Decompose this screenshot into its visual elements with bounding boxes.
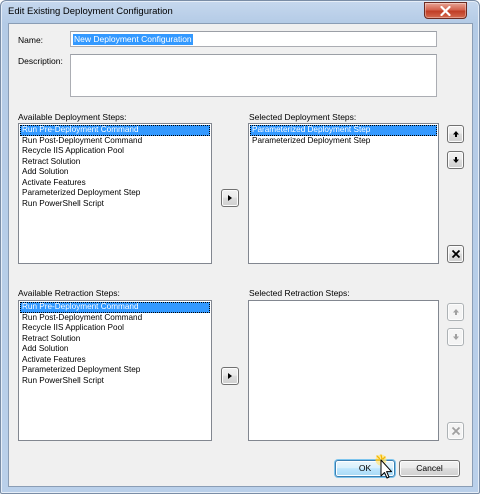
list-item[interactable]: Parameterized Deployment Step xyxy=(250,125,437,136)
list-item[interactable]: Activate Features xyxy=(20,178,210,189)
available-retraction-steps-label: Available Retraction Steps: xyxy=(18,288,120,298)
list-item[interactable]: Activate Features xyxy=(20,355,210,366)
list-item[interactable]: Recycle IIS Application Pool xyxy=(20,146,210,157)
list-item[interactable]: Parameterized Deployment Step xyxy=(20,365,210,376)
list-item[interactable]: Run Pre-Deployment Command xyxy=(20,125,210,136)
move-up-deployment-step-button[interactable] xyxy=(447,125,464,143)
list-item[interactable]: Retract Solution xyxy=(20,334,210,345)
window-title: Edit Existing Deployment Configuration xyxy=(8,6,173,17)
cancel-button-label: Cancel xyxy=(416,463,443,473)
list-item[interactable]: Recycle IIS Application Pool xyxy=(20,323,210,334)
name-value: New Deployment Configuration xyxy=(73,34,193,45)
move-up-retraction-step-button[interactable] xyxy=(447,303,464,321)
available-deployment-steps-list[interactable]: Run Pre-Deployment Command Run Post-Depl… xyxy=(18,123,212,264)
list-item[interactable]: Retract Solution xyxy=(20,157,210,168)
mouse-pointer-icon xyxy=(372,454,394,484)
list-item[interactable]: Run Post-Deployment Command xyxy=(20,313,210,324)
dialog-window: Edit Existing Deployment Configuration N… xyxy=(0,0,480,494)
title-bar[interactable]: Edit Existing Deployment Configuration xyxy=(1,1,479,22)
list-item[interactable]: Run Pre-Deployment Command xyxy=(20,302,210,313)
move-down-retraction-step-button[interactable] xyxy=(447,328,464,346)
selected-retraction-steps-list[interactable] xyxy=(248,300,439,441)
name-label: Name: xyxy=(18,35,44,45)
list-item[interactable]: Run PowerShell Script xyxy=(20,376,210,387)
list-item[interactable]: Run PowerShell Script xyxy=(20,199,210,210)
description-field[interactable] xyxy=(70,54,437,97)
list-item[interactable]: Add Solution xyxy=(20,167,210,178)
remove-deployment-step-button[interactable] xyxy=(447,245,464,263)
name-field[interactable]: New Deployment Configuration xyxy=(70,31,437,47)
remove-retraction-step-button[interactable] xyxy=(447,422,464,440)
list-item[interactable]: Parameterized Deployment Step xyxy=(20,188,210,199)
selected-retraction-steps-label: Selected Retraction Steps: xyxy=(249,288,350,298)
selected-deployment-steps-list[interactable]: Parameterized Deployment Step Parameteri… xyxy=(248,123,439,264)
available-retraction-steps-list[interactable]: Run Pre-Deployment Command Run Post-Depl… xyxy=(18,300,212,441)
selected-deployment-steps-label: Selected Deployment Steps: xyxy=(249,112,357,122)
cancel-button[interactable]: Cancel xyxy=(399,460,460,477)
dialog-client-area: Name: New Deployment Configuration Descr… xyxy=(8,23,473,487)
available-deployment-steps-label: Available Deployment Steps: xyxy=(18,112,127,122)
add-retraction-step-button[interactable] xyxy=(221,367,239,385)
description-label: Description: xyxy=(18,56,63,66)
add-deployment-step-button[interactable] xyxy=(221,189,239,207)
list-item[interactable]: Add Solution xyxy=(20,344,210,355)
move-down-deployment-step-button[interactable] xyxy=(447,151,464,169)
close-button[interactable] xyxy=(424,2,467,19)
list-item[interactable]: Parameterized Deployment Step xyxy=(250,136,437,147)
list-item[interactable]: Run Post-Deployment Command xyxy=(20,136,210,147)
